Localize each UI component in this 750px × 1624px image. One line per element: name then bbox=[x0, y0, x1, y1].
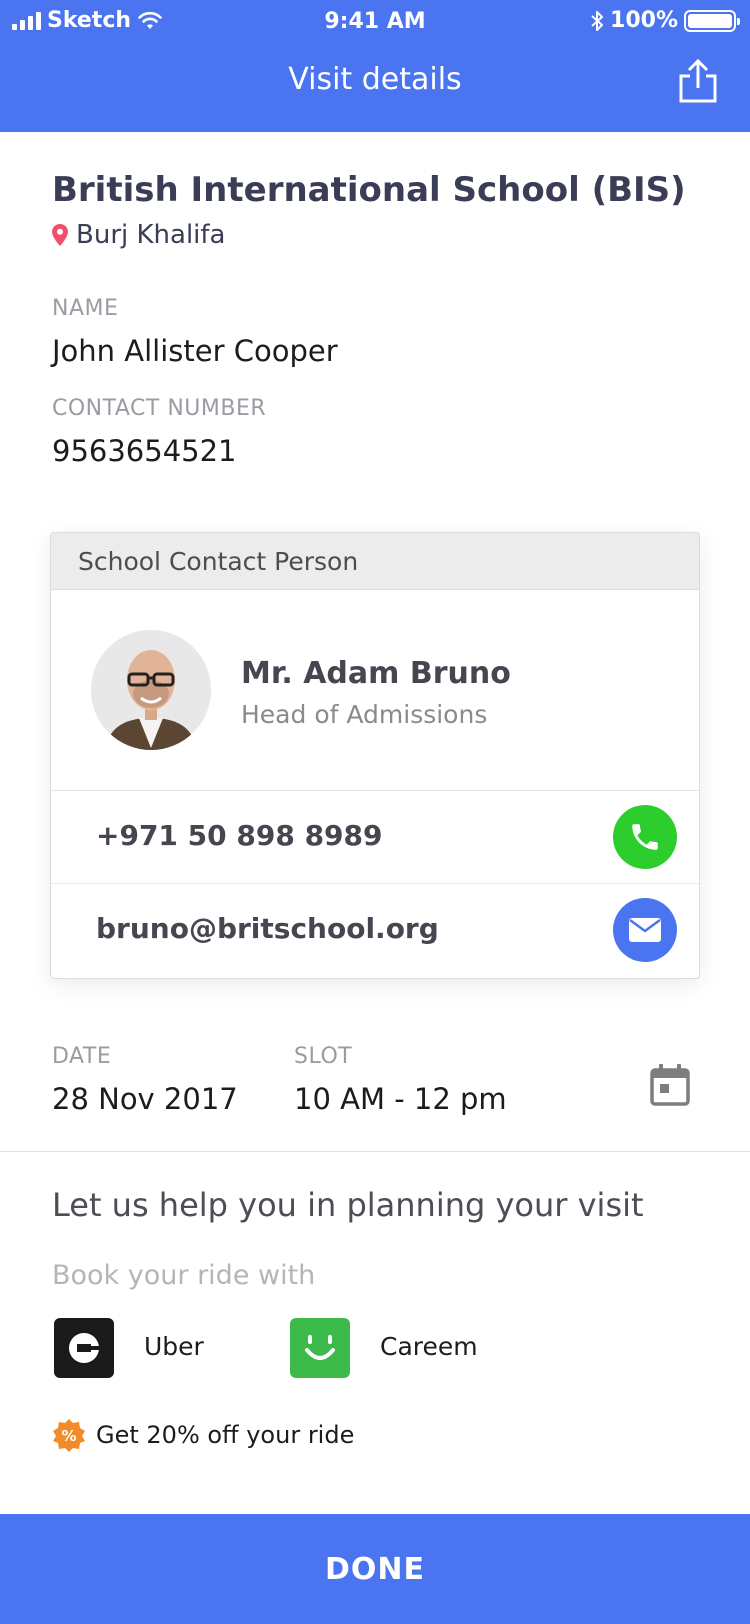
page-title: Visit details bbox=[288, 62, 462, 97]
calendar-icon bbox=[650, 1064, 690, 1106]
promo-banner: % Get 20% off your ride bbox=[52, 1418, 354, 1452]
contact-number-value: 9563654521 bbox=[52, 434, 237, 468]
share-button[interactable] bbox=[676, 58, 720, 104]
careem-icon bbox=[305, 1335, 335, 1360]
email-address: bruno@britschool.org bbox=[96, 912, 439, 945]
uber-logo-button[interactable] bbox=[54, 1318, 114, 1378]
contact-person-role: Head of Admissions bbox=[241, 700, 488, 729]
location-pin-icon bbox=[52, 224, 68, 246]
uber-icon bbox=[69, 1333, 104, 1363]
promo-text: Get 20% off your ride bbox=[96, 1421, 355, 1449]
slot-value: 10 AM - 12 pm bbox=[294, 1082, 507, 1116]
school-name: British International School (BIS) bbox=[52, 170, 686, 210]
avatar-image bbox=[91, 630, 211, 750]
name-value: John Allister Cooper bbox=[52, 334, 338, 368]
book-ride-label: Book your ride with bbox=[52, 1260, 316, 1291]
discount-badge-icon: % bbox=[53, 1419, 85, 1452]
slot-label: SLOT bbox=[294, 1044, 353, 1069]
app-header: Sketch 9:41 AM 100% Visit details bbox=[0, 0, 750, 132]
envelope-icon bbox=[629, 918, 661, 942]
date-value: 28 Nov 2017 bbox=[52, 1082, 238, 1116]
contact-person-name: Mr. Adam Bruno bbox=[241, 656, 511, 691]
contact-number-label: CONTACT NUMBER bbox=[52, 396, 267, 421]
share-icon bbox=[679, 58, 717, 103]
phone-row: +971 50 898 8989 bbox=[51, 791, 699, 884]
status-right: 100% bbox=[590, 8, 740, 33]
call-button[interactable] bbox=[613, 805, 677, 869]
careem-label[interactable]: Careem bbox=[380, 1332, 478, 1361]
battery-percent: 100% bbox=[610, 8, 678, 33]
phone-number: +971 50 898 8989 bbox=[96, 819, 383, 852]
add-to-calendar-button[interactable] bbox=[650, 1064, 690, 1106]
avatar bbox=[91, 630, 211, 750]
uber-label[interactable]: Uber bbox=[144, 1332, 204, 1361]
email-button[interactable] bbox=[613, 898, 677, 962]
bluetooth-icon bbox=[591, 10, 604, 31]
battery-icon bbox=[684, 9, 740, 32]
school-contact-card: School Contact Person Mr. Adam Bruno Hea… bbox=[50, 532, 700, 979]
careem-logo-button[interactable] bbox=[290, 1318, 350, 1378]
phone-icon bbox=[632, 824, 658, 850]
contact-person-row: Mr. Adam Bruno Head of Admissions bbox=[51, 590, 699, 791]
email-row: bruno@britschool.org bbox=[51, 884, 699, 977]
done-button[interactable]: DONE bbox=[0, 1514, 750, 1624]
location-label: Burj Khalifa bbox=[76, 220, 226, 250]
card-header: School Contact Person bbox=[51, 533, 699, 590]
school-location: Burj Khalifa bbox=[52, 220, 226, 250]
status-bar: Sketch 9:41 AM 100% bbox=[0, 0, 750, 44]
date-label: DATE bbox=[52, 1044, 112, 1069]
planning-title: Let us help you in planning your visit bbox=[52, 1186, 644, 1224]
name-label: NAME bbox=[52, 296, 119, 321]
svg-text:%: % bbox=[61, 1427, 76, 1445]
section-divider bbox=[0, 1151, 750, 1152]
